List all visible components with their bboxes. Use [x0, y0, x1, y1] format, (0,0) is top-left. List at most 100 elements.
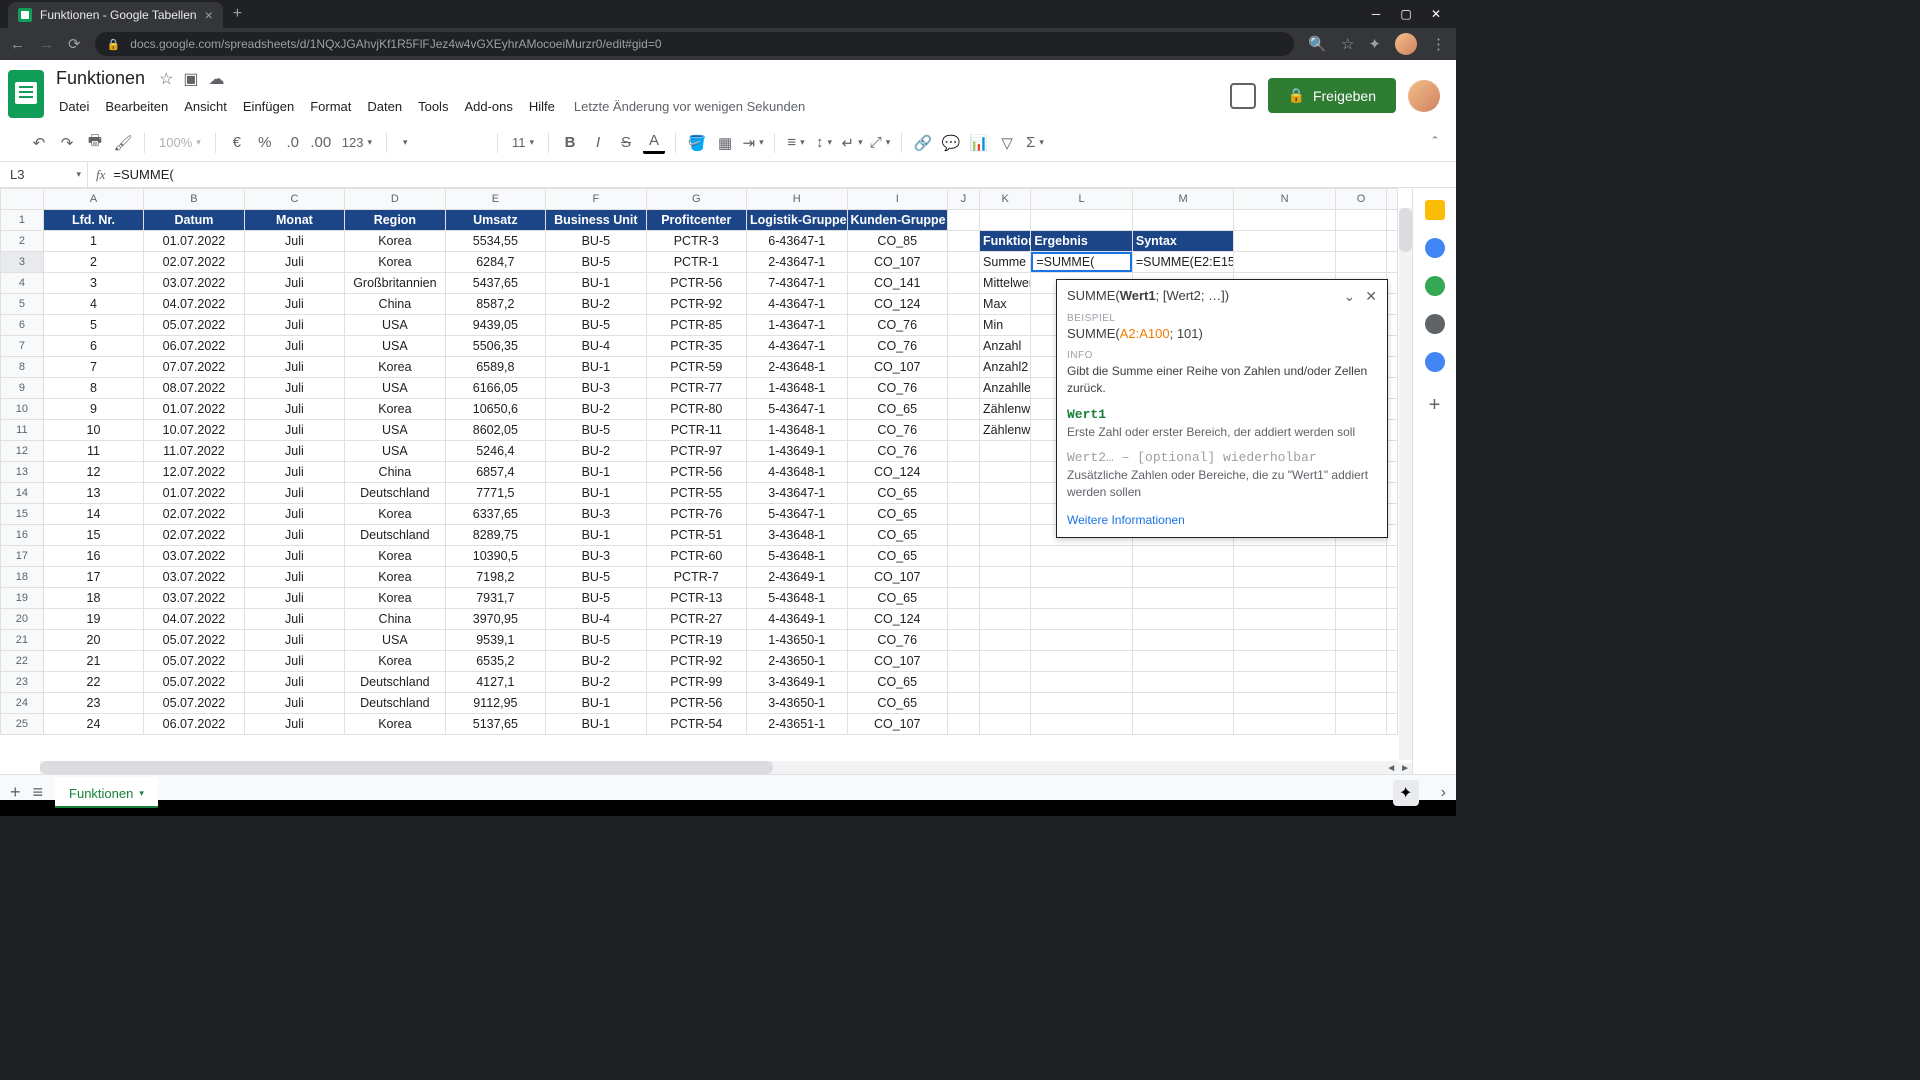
- cell[interactable]: BU-1: [546, 714, 646, 735]
- column-header[interactable]: G: [646, 189, 746, 210]
- cell[interactable]: [980, 693, 1031, 714]
- cell[interactable]: [1387, 231, 1398, 252]
- cell[interactable]: 5137,65: [445, 714, 545, 735]
- menu-tools[interactable]: Tools: [411, 95, 455, 118]
- cell[interactable]: 04.07.2022: [144, 609, 244, 630]
- cell[interactable]: 3-43649-1: [747, 672, 847, 693]
- cell[interactable]: China: [345, 294, 445, 315]
- cell[interactable]: PCTR-3: [646, 231, 746, 252]
- column-header[interactable]: A: [43, 189, 143, 210]
- h-align-icon[interactable]: ≡: [785, 132, 807, 154]
- select-all-corner[interactable]: [1, 189, 44, 210]
- cell[interactable]: BU-2: [546, 399, 646, 420]
- cell[interactable]: Juli: [244, 672, 344, 693]
- cell[interactable]: USA: [345, 420, 445, 441]
- cell[interactable]: CO_65: [847, 693, 947, 714]
- back-icon[interactable]: ←: [10, 36, 25, 53]
- cell[interactable]: 8289,75: [445, 525, 545, 546]
- cell[interactable]: Juli: [244, 525, 344, 546]
- cell[interactable]: 24: [43, 714, 143, 735]
- contacts-icon[interactable]: [1425, 314, 1445, 334]
- cell[interactable]: 05.07.2022: [144, 672, 244, 693]
- cell[interactable]: Logistik-Gruppe: [747, 210, 847, 231]
- cell[interactable]: 10390,5: [445, 546, 545, 567]
- cell[interactable]: [1234, 588, 1336, 609]
- borders-icon[interactable]: ▦: [714, 132, 736, 154]
- cell[interactable]: 5-43648-1: [747, 546, 847, 567]
- cell[interactable]: PCTR-55: [646, 483, 746, 504]
- cell[interactable]: [1387, 693, 1398, 714]
- account-avatar-icon[interactable]: [1408, 80, 1440, 112]
- cell[interactable]: [980, 609, 1031, 630]
- cell[interactable]: Lfd. Nr.: [43, 210, 143, 231]
- cell[interactable]: CO_65: [847, 546, 947, 567]
- cell[interactable]: CO_76: [847, 420, 947, 441]
- cell[interactable]: 3-43648-1: [747, 525, 847, 546]
- cell[interactable]: Juli: [244, 714, 344, 735]
- cell[interactable]: [947, 567, 979, 588]
- cell[interactable]: Deutschland: [345, 672, 445, 693]
- cell[interactable]: 2-43651-1: [747, 714, 847, 735]
- cell[interactable]: Monat: [244, 210, 344, 231]
- cell[interactable]: CO_65: [847, 588, 947, 609]
- cell[interactable]: [1132, 210, 1234, 231]
- cell[interactable]: 16: [43, 546, 143, 567]
- cell[interactable]: BU-1: [546, 693, 646, 714]
- row-header[interactable]: 5: [1, 294, 44, 315]
- cell[interactable]: CO_65: [847, 483, 947, 504]
- cell[interactable]: 05.07.2022: [144, 651, 244, 672]
- cell[interactable]: Profitcenter: [646, 210, 746, 231]
- cell[interactable]: [947, 252, 979, 273]
- cell[interactable]: CO_65: [847, 504, 947, 525]
- cell[interactable]: 12.07.2022: [144, 462, 244, 483]
- cell[interactable]: 02.07.2022: [144, 504, 244, 525]
- column-header[interactable]: O: [1335, 189, 1386, 210]
- row-header[interactable]: 12: [1, 441, 44, 462]
- cell[interactable]: PCTR-1: [646, 252, 746, 273]
- cell[interactable]: 6589,8: [445, 357, 545, 378]
- cell[interactable]: [947, 357, 979, 378]
- cell[interactable]: [947, 609, 979, 630]
- cell[interactable]: 6337,65: [445, 504, 545, 525]
- reload-icon[interactable]: ⟳: [68, 35, 81, 53]
- cell[interactable]: 5: [43, 315, 143, 336]
- row-header[interactable]: 3: [1, 252, 44, 273]
- cell[interactable]: Korea: [345, 252, 445, 273]
- row-header[interactable]: 19: [1, 588, 44, 609]
- cell[interactable]: [1387, 546, 1398, 567]
- cell[interactable]: [1387, 672, 1398, 693]
- cell[interactable]: 03.07.2022: [144, 567, 244, 588]
- cell[interactable]: 03.07.2022: [144, 546, 244, 567]
- cell[interactable]: BU-5: [546, 420, 646, 441]
- cell[interactable]: BU-1: [546, 525, 646, 546]
- cell[interactable]: Juli: [244, 693, 344, 714]
- wrap-icon[interactable]: ↵: [841, 132, 863, 154]
- cell[interactable]: [1387, 336, 1398, 357]
- cell[interactable]: [947, 378, 979, 399]
- cell[interactable]: China: [345, 462, 445, 483]
- cell[interactable]: 8602,05: [445, 420, 545, 441]
- cell[interactable]: 5534,55: [445, 231, 545, 252]
- keep-icon[interactable]: [1425, 238, 1445, 258]
- cell[interactable]: [1387, 567, 1398, 588]
- cell[interactable]: 1-43648-1: [747, 420, 847, 441]
- cell[interactable]: CO_107: [847, 651, 947, 672]
- cell[interactable]: BU-3: [546, 504, 646, 525]
- cell[interactable]: 2: [43, 252, 143, 273]
- cell[interactable]: BU-5: [546, 588, 646, 609]
- cell[interactable]: [980, 483, 1031, 504]
- maximize-icon[interactable]: ▢: [1400, 8, 1412, 20]
- cell[interactable]: Juli: [244, 273, 344, 294]
- cell[interactable]: Juli: [244, 399, 344, 420]
- cell[interactable]: PCTR-76: [646, 504, 746, 525]
- profile-avatar-icon[interactable]: [1395, 33, 1417, 55]
- cell[interactable]: PCTR-99: [646, 672, 746, 693]
- cell[interactable]: 10650,6: [445, 399, 545, 420]
- cell[interactable]: BU-5: [546, 567, 646, 588]
- cell[interactable]: [1132, 651, 1234, 672]
- cell[interactable]: [980, 210, 1031, 231]
- cell[interactable]: [1335, 609, 1386, 630]
- cell[interactable]: 9539,1: [445, 630, 545, 651]
- cell[interactable]: [1031, 609, 1133, 630]
- cell[interactable]: 23: [43, 693, 143, 714]
